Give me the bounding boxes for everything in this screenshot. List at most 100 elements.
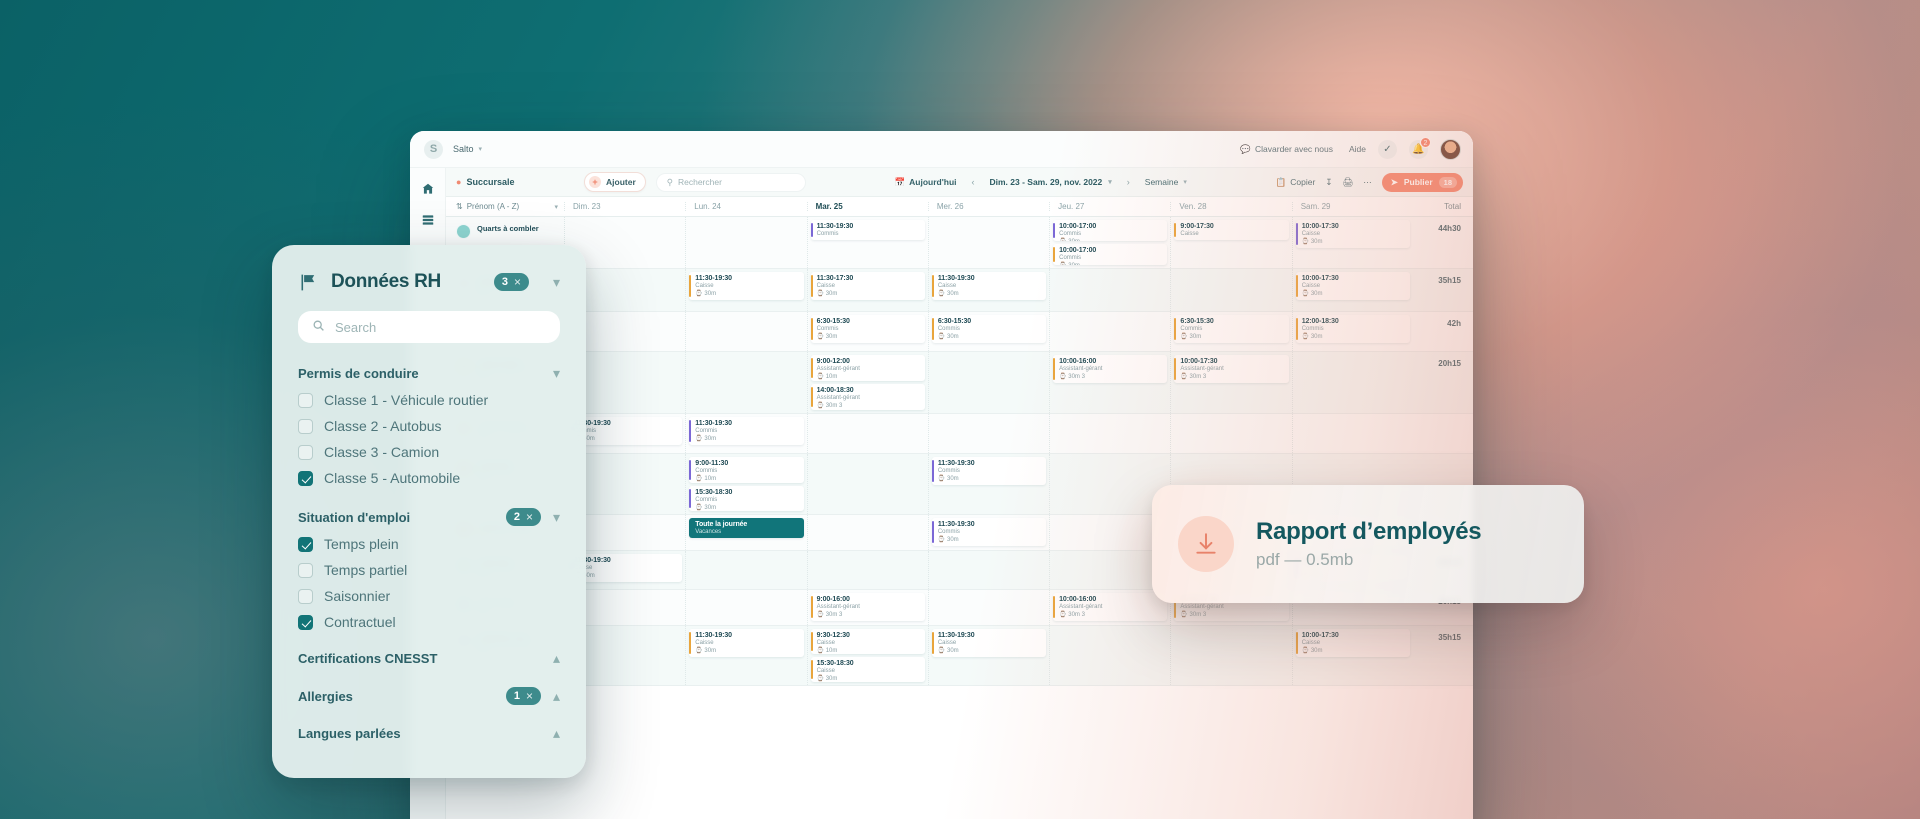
close-icon[interactable]: × xyxy=(526,510,533,524)
shift-block[interactable]: 11:30-17:30 Caisse ⌚ 30m xyxy=(810,272,925,300)
filter-section-header[interactable]: Langues parlées ▴ xyxy=(298,725,560,742)
shift-block[interactable]: 11:30-19:30Commis ⌚ 30m xyxy=(689,417,804,445)
shift-block[interactable]: 12:00-18:30 Commis ⌚ 30m xyxy=(1295,315,1410,343)
day-column-header[interactable]: Dim. 23 xyxy=(564,202,685,211)
schedule-cell[interactable]: 11:30-19:30Caisse ⌚ 30m xyxy=(927,626,1049,685)
shift-block[interactable]: 10:00-17:30Assistant-gérant ⌚ 30m 3 xyxy=(1174,355,1289,383)
search-input[interactable]: ⚲ Rechercher xyxy=(655,172,806,192)
day-column-header[interactable]: Ven. 28 xyxy=(1170,202,1291,211)
schedule-cell[interactable] xyxy=(806,414,928,453)
schedule-cell[interactable] xyxy=(1170,414,1291,453)
day-column-header[interactable]: Mar. 25 xyxy=(806,202,928,211)
filter-option[interactable]: Classe 1 - Véhicule routier xyxy=(298,392,560,408)
s-logo-icon[interactable]: S xyxy=(424,139,443,159)
filter-option[interactable]: Classe 5 - Automobile xyxy=(298,470,560,486)
search-input[interactable] xyxy=(298,311,560,343)
filter-section-badge[interactable]: 1 × xyxy=(505,687,541,705)
shift-block[interactable]: 15:30-18:30 Commis ⌚ 30m xyxy=(689,485,804,511)
download-report-card[interactable]: Rapport d’employés pdf — 0.5mb xyxy=(1152,485,1584,603)
shift-block[interactable]: 9:00-16:00 Assistant-gérant ⌚ 30m 3 xyxy=(810,593,925,621)
chevron-down-icon[interactable]: ▾ xyxy=(553,274,560,291)
shift-block[interactable]: 11:30-19:30Caisse ⌚ 30m xyxy=(931,272,1047,300)
shift-block[interactable]: 9:00-12:00 Assistant-gérant ⌚ 10m xyxy=(810,355,925,381)
schedule-cell[interactable]: 11:30-19:30Caisse ⌚ 30m xyxy=(685,269,806,311)
avatar[interactable] xyxy=(1440,138,1461,160)
schedule-cell[interactable] xyxy=(927,414,1049,453)
table-row[interactable]: Samuel Ryan36h⏱30h – 40h9:00-12:00Assist… xyxy=(446,352,1473,414)
checkbox[interactable] xyxy=(298,418,313,434)
search-field[interactable] xyxy=(335,319,546,335)
filter-option[interactable]: Temps plein xyxy=(298,536,560,552)
schedule-cell[interactable] xyxy=(927,551,1049,589)
filter-option[interactable]: Classe 3 - Camion xyxy=(298,444,560,460)
day-column-header[interactable]: Sam. 29 xyxy=(1291,202,1413,211)
bell-icon[interactable]: 🔔 2 xyxy=(1409,136,1431,159)
filter-group-header[interactable]: Situation d'emploi 2 × ▾ xyxy=(298,508,560,526)
publish-button[interactable]: ➤ Publier 18 xyxy=(1381,172,1464,192)
schedule-cell[interactable]: 11:30-19:30Commis ⌚ 30m xyxy=(685,414,806,453)
chevron-down-icon[interactable]: ▾ xyxy=(553,509,560,526)
schedule-cell[interactable]: 10:00-17:00Commis⌚ 30m 10:00-17:00Commis⌚… xyxy=(1049,217,1170,268)
shift-block[interactable]: 10:00-16:00 Assistant-gérant ⌚ 30m 3 xyxy=(1053,355,1168,383)
schedule-cell[interactable]: 10:00-16:00 Assistant-gérant ⌚ 30m 3 xyxy=(1049,590,1170,625)
schedule-cell[interactable]: 12:00-18:30 Commis ⌚ 30m xyxy=(1291,312,1413,351)
shift-block[interactable]: 11:30-19:30Caisse ⌚ 30m xyxy=(689,272,804,300)
help-link[interactable]: Aide xyxy=(1349,144,1366,154)
filter-section-header[interactable]: Certifications CNESST ▴ xyxy=(298,650,560,667)
schedule-cell[interactable]: 11:30-19:30Commis ⌚ 30m xyxy=(927,515,1049,550)
schedule-cell[interactable] xyxy=(1170,269,1291,311)
day-column-header[interactable]: Mer. 26 xyxy=(927,202,1049,211)
shift-block[interactable]: 11:30-19:30Commis ⌚ 30m xyxy=(931,457,1047,485)
schedule-icon[interactable] xyxy=(419,211,436,228)
shift-block[interactable]: 9:00-17:30 Caisse xyxy=(1174,220,1289,240)
schedule-cell[interactable] xyxy=(1049,626,1170,685)
location-chip[interactable]: ● Succursale xyxy=(456,177,574,187)
schedule-cell[interactable] xyxy=(1291,352,1413,413)
schedule-cell[interactable]: 6:30-15:30 Commis ⌚ 30m xyxy=(806,312,928,351)
schedule-cell[interactable]: 11:30-19:30Caisse ⌚ 30m xyxy=(927,269,1049,311)
chevron-up-icon[interactable]: ▴ xyxy=(553,688,560,705)
shift-block[interactable]: 11:30-19:30Caisse ⌚ 30m xyxy=(689,629,804,657)
close-icon[interactable]: × xyxy=(514,275,521,289)
shift-block[interactable]: 14:00-18:30 Assistant-gérant ⌚ 30m 3 xyxy=(810,384,925,410)
more-icon[interactable]: ⋯ xyxy=(1363,177,1372,188)
schedule-cell[interactable] xyxy=(927,590,1049,625)
schedule-cell[interactable] xyxy=(685,352,806,413)
shift-block[interactable]: 10:00-17:00Commis⌚ 30m xyxy=(1053,220,1168,241)
schedule-cell[interactable]: 10:00-17:30 Caisse ⌚ 30m xyxy=(1291,217,1413,268)
schedule-cell[interactable]: 11:30-17:30 Caisse ⌚ 30m xyxy=(806,269,928,311)
filter-option[interactable]: Saisonnier xyxy=(298,588,560,604)
schedule-cell[interactable] xyxy=(1049,312,1170,351)
schedule-cell[interactable]: 9:00-11:30 Commis ⌚ 10m 15:30-18:30 Commis ⌚ … xyxy=(685,454,806,514)
table-row[interactable]: Quarts à combler 11:30-19:30 Commis 10:00-1… xyxy=(446,217,1473,269)
schedule-cell[interactable]: 9:30-12:30 Caisse ⌚ 10m 15:30-18:30 Caisse ⌚ … xyxy=(806,626,928,685)
schedule-cell[interactable] xyxy=(806,551,928,589)
filter-option[interactable]: Temps partiel xyxy=(298,562,560,578)
schedule-cell[interactable] xyxy=(1170,626,1291,685)
shift-block[interactable]: 10:00-17:30 Caisse ⌚ 30m xyxy=(1295,220,1410,248)
check-icon[interactable]: ✓ xyxy=(1378,139,1397,159)
schedule-cell[interactable] xyxy=(927,217,1049,268)
shift-block[interactable]: 6:30-15:30 Commis ⌚ 30m xyxy=(1174,315,1289,343)
shift-block[interactable]: 11:30-19:30Commis ⌚ 30m xyxy=(931,518,1047,546)
shift-block[interactable]: 11:30-19:30 Commis xyxy=(810,220,925,240)
view-mode-select[interactable]: Semaine ▾ xyxy=(1145,177,1187,187)
schedule-cell[interactable] xyxy=(685,551,806,589)
shift-block[interactable]: Toute la journée Vacances xyxy=(689,518,804,538)
download-icon[interactable]: ↧ xyxy=(1325,177,1332,188)
shift-block[interactable]: 9:00-11:30 Commis ⌚ 10m xyxy=(689,457,804,483)
shift-block[interactable]: 9:30-12:30 Caisse ⌚ 10m xyxy=(810,629,925,654)
today-button[interactable]: 📅 Aujourd'hui xyxy=(895,177,957,188)
filter-group-header[interactable]: Permis de conduire ▾ xyxy=(298,365,560,382)
schedule-cell[interactable]: Toute la journée Vacances xyxy=(685,515,806,550)
shift-block[interactable]: 10:00-17:00Commis⌚ 30m xyxy=(1053,244,1168,265)
schedule-cell[interactable] xyxy=(927,352,1049,413)
name-column-header[interactable]: ⇅ Prénom (A - Z) ▾ xyxy=(446,202,564,211)
close-icon[interactable]: × xyxy=(526,689,533,703)
checkbox[interactable] xyxy=(298,536,313,552)
prev-week-button[interactable]: ‹ xyxy=(967,177,980,187)
schedule-cell[interactable] xyxy=(685,590,806,625)
schedule-cell[interactable]: 11:30-19:30Commis ⌚ 30m xyxy=(927,454,1049,514)
chat-link[interactable]: 💬 Clavarder avec nous xyxy=(1240,144,1333,155)
filter-option[interactable]: Classe 2 - Autobus xyxy=(298,418,560,434)
